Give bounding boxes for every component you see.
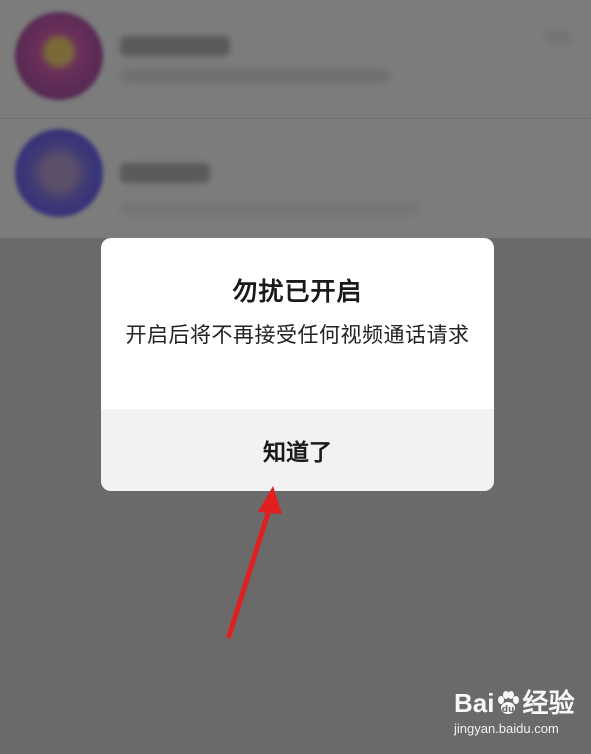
- baidu-paw-icon: du: [498, 691, 520, 715]
- red-arrow-icon: [226, 486, 282, 639]
- watermark-brand-left: Bai: [454, 688, 495, 718]
- baidu-jingyan-watermark: Bai du 经验 jingyan.baidu.com: [450, 683, 585, 745]
- watermark-url: jingyan.baidu.com: [454, 721, 559, 736]
- watermark-brand: Bai du 经验: [454, 683, 574, 720]
- watermark-brand-right: 经验: [522, 688, 575, 718]
- svg-text:du: du: [502, 705, 515, 715]
